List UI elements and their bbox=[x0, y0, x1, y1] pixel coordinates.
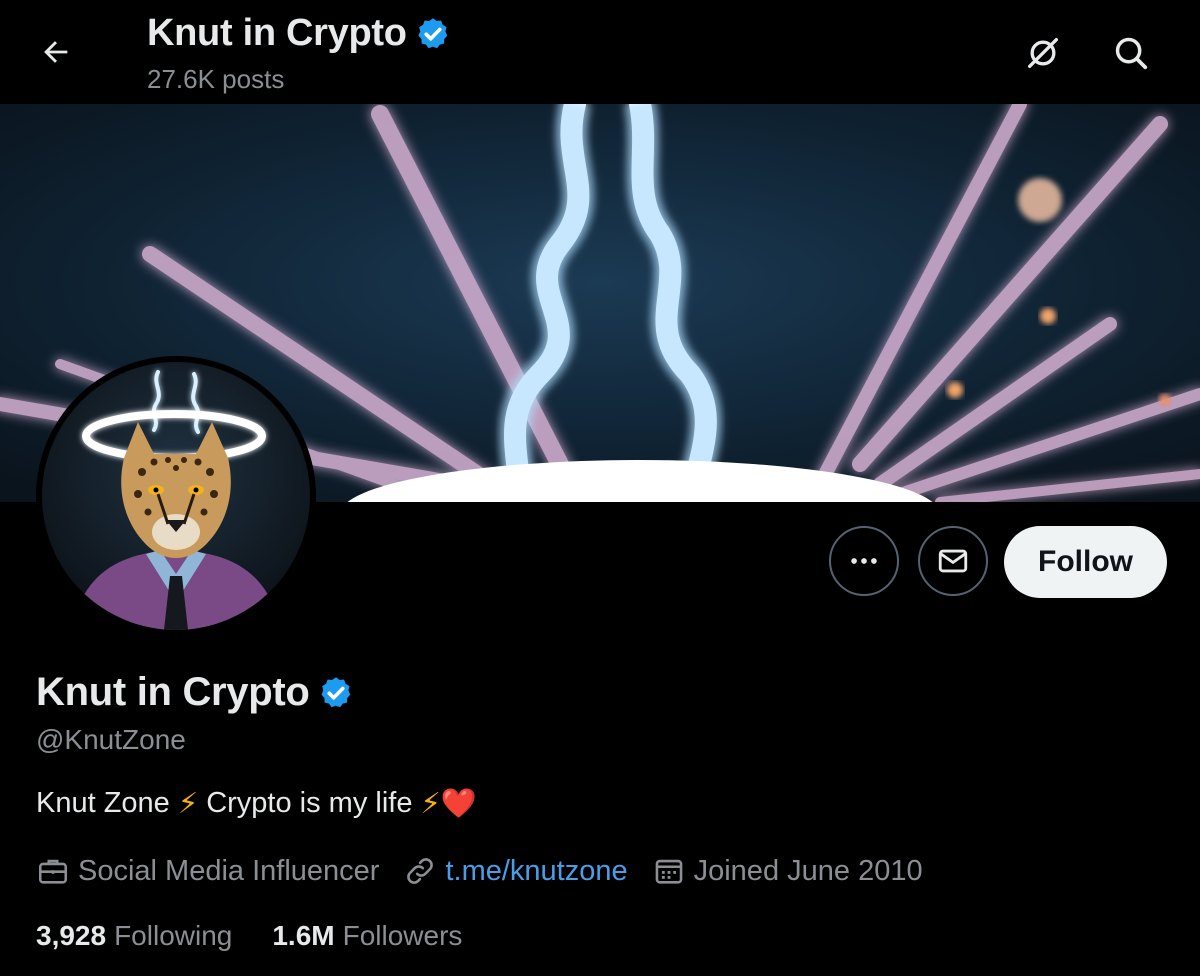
no-proxy-icon bbox=[1028, 38, 1058, 69]
follow-button[interactable]: Follow bbox=[1004, 526, 1167, 598]
heart-emoji: ❤️ bbox=[440, 787, 477, 820]
followers-label: Followers bbox=[342, 920, 463, 951]
lightning-emoji: ⚡ bbox=[177, 788, 199, 820]
profile-link[interactable]: t.me/knutzone bbox=[445, 855, 627, 888]
more-dots-icon bbox=[851, 558, 877, 564]
following-label: Following bbox=[114, 920, 233, 951]
profile-avatar[interactable] bbox=[36, 356, 316, 636]
category-item: Social Media Influencer bbox=[36, 854, 379, 888]
category-text: Social Media Influencer bbox=[78, 854, 380, 887]
profile-bio: Knut Zone ⚡ Crypto is my life ⚡ ❤️ bbox=[36, 786, 477, 821]
following-count: 3,928 bbox=[36, 920, 107, 951]
calendar-icon bbox=[655, 859, 682, 884]
followers-stat[interactable]: 1.6M Followers bbox=[272, 920, 462, 952]
arrow-left-icon bbox=[44, 41, 68, 63]
bio-text-1: Knut Zone bbox=[36, 787, 170, 819]
verified-badge-icon[interactable] bbox=[318, 675, 354, 711]
joined-item: Joined June 2010 bbox=[652, 854, 923, 888]
header-title-text: Knut in Crypto bbox=[147, 12, 407, 54]
following-stat[interactable]: 3,928 Following bbox=[36, 920, 232, 952]
search-button[interactable] bbox=[1108, 30, 1154, 76]
profile-name-text: Knut in Crypto bbox=[36, 670, 310, 714]
search-icon bbox=[1115, 37, 1148, 70]
joined-text: Joined June 2010 bbox=[693, 854, 923, 887]
profile-name: Knut in Crypto bbox=[36, 670, 354, 715]
envelope-icon bbox=[938, 549, 968, 573]
briefcase-icon bbox=[38, 859, 68, 884]
header-title: Knut in Crypto bbox=[147, 12, 451, 55]
more-button[interactable] bbox=[829, 526, 899, 596]
bio-text-2: Crypto is my life bbox=[206, 787, 413, 819]
lightning-emoji: ⚡ bbox=[420, 788, 441, 820]
profile-handle: @KnutZone bbox=[36, 724, 186, 755]
no-proxy-button[interactable] bbox=[1020, 30, 1066, 76]
message-button[interactable] bbox=[918, 526, 988, 596]
verified-badge-icon bbox=[418, 17, 447, 48]
link-icon bbox=[407, 858, 434, 884]
post-count: 27.6K posts bbox=[147, 64, 285, 94]
followers-count: 1.6M bbox=[272, 920, 335, 951]
profile-meta: Social Media Influencer t.me/knutzone Jo… bbox=[36, 854, 947, 888]
top-bar: Knut in Crypto 27.6K posts bbox=[0, 0, 1200, 104]
back-button[interactable] bbox=[34, 30, 78, 74]
avatar-image bbox=[42, 362, 310, 630]
link-item[interactable]: t.me/knutzone bbox=[403, 854, 628, 888]
profile-stats: 3,928 Following 1.6M Followers bbox=[36, 920, 502, 952]
